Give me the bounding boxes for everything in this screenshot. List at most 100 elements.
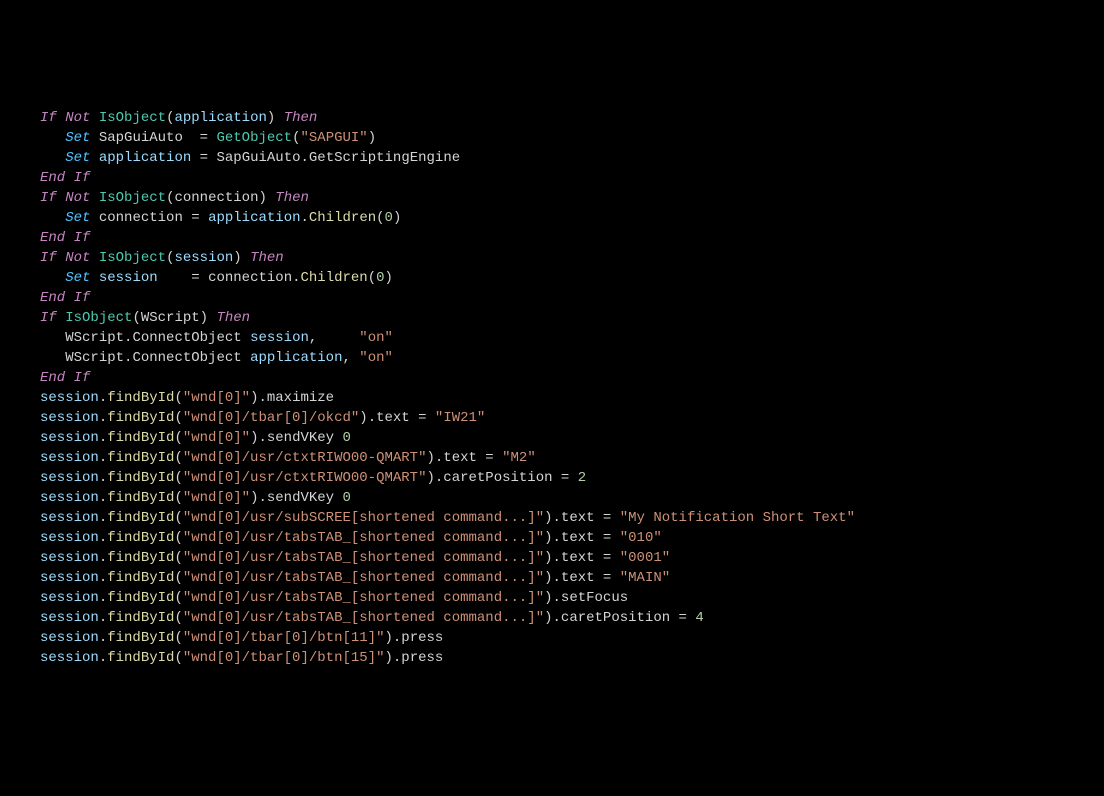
code-token: ): [544, 530, 552, 546]
code-token: "wnd[0]/usr/tabsTAB_[shortened command..…: [183, 570, 544, 586]
code-token: findById: [107, 410, 174, 426]
code-token: connection: [99, 210, 183, 226]
code-token: .: [99, 610, 107, 626]
code-token: (: [292, 130, 300, 146]
code-token: "wnd[0]": [183, 390, 250, 406]
code-line: WScript.ConnectObject session, "on": [40, 328, 1064, 348]
code-token: Not: [65, 250, 90, 266]
code-token: "IW21": [435, 410, 485, 426]
code-token: If: [74, 370, 91, 386]
code-token: findById: [107, 550, 174, 566]
code-token: "MAIN": [620, 570, 670, 586]
code-token: "wnd[0]/tbar[0]/btn[15]": [183, 650, 385, 666]
code-token: findById: [107, 450, 174, 466]
code-token: ,: [309, 330, 359, 346]
code-token: session: [40, 610, 99, 626]
code-token: [90, 270, 98, 286]
code-token: SapGuiAuto: [99, 130, 183, 146]
code-token: If: [40, 190, 57, 206]
code-token: (: [174, 610, 182, 626]
code-token: "My Notification Short Text": [620, 510, 855, 526]
code-token: findById: [107, 590, 174, 606]
code-token: session: [40, 590, 99, 606]
code-line: Set SapGuiAuto = GetObject("SAPGUI"): [40, 128, 1064, 148]
code-token: sendVKey: [267, 490, 334, 506]
code-token: [90, 250, 98, 266]
code-line: session.findById("wnd[0]/usr/tabsTAB_[sh…: [40, 568, 1064, 588]
code-token: End: [40, 230, 65, 246]
code-token: 2: [578, 470, 586, 486]
code-line: If IsObject(WScript) Then: [40, 308, 1064, 328]
code-line: If Not IsObject(connection) Then: [40, 188, 1064, 208]
code-token: Set: [65, 210, 90, 226]
code-token: Set: [65, 130, 90, 146]
code-line: Set connection = application.Children(0): [40, 208, 1064, 228]
code-token: [65, 290, 73, 306]
code-token: .: [553, 610, 561, 626]
code-line: End If: [40, 288, 1064, 308]
code-token: ): [544, 570, 552, 586]
code-token: text: [561, 550, 595, 566]
code-token: findById: [107, 650, 174, 666]
code-token: [57, 190, 65, 206]
code-token: ): [544, 550, 552, 566]
code-token: caretPosition: [443, 470, 552, 486]
code-token: Then: [216, 310, 250, 326]
code-token: session: [40, 550, 99, 566]
code-token: (: [174, 650, 182, 666]
code-token: (: [174, 530, 182, 546]
code-token: =: [670, 610, 695, 626]
code-token: .: [292, 270, 300, 286]
code-token: (: [376, 210, 384, 226]
code-token: =: [595, 550, 620, 566]
code-token: [242, 350, 250, 366]
code-line: Set session = connection.Children(0): [40, 268, 1064, 288]
code-token: session: [40, 450, 99, 466]
code-token: press: [401, 650, 443, 666]
code-token: (: [174, 450, 182, 466]
code-token: [90, 190, 98, 206]
code-token: (: [174, 390, 182, 406]
code-token: .: [99, 530, 107, 546]
code-token: (: [368, 270, 376, 286]
code-token: "wnd[0]/usr/ctxtRIWO00-QMART": [183, 470, 427, 486]
code-token: =: [158, 270, 208, 286]
code-line: If Not IsObject(session) Then: [40, 248, 1064, 268]
code-line: session.findById("wnd[0]").maximize: [40, 388, 1064, 408]
code-token: If: [40, 250, 57, 266]
code-token: "wnd[0]": [183, 430, 250, 446]
code-token: [57, 310, 65, 326]
code-line: WScript.ConnectObject application, "on": [40, 348, 1064, 368]
code-token: ): [393, 210, 401, 226]
code-token: "0001": [620, 550, 670, 566]
code-line: session.findById("wnd[0]/usr/tabsTAB_[sh…: [40, 528, 1064, 548]
code-token: findById: [107, 630, 174, 646]
code-token: findById: [107, 430, 174, 446]
code-token: "wnd[0]/tbar[0]/okcd": [183, 410, 359, 426]
code-token: .: [99, 490, 107, 506]
code-token: WScript: [65, 350, 124, 366]
code-token: "010": [620, 530, 662, 546]
code-token: ConnectObject: [132, 350, 241, 366]
code-token: IsObject: [99, 250, 166, 266]
code-token: application: [208, 210, 300, 226]
code-token: 4: [695, 610, 703, 626]
code-token: =: [191, 150, 216, 166]
code-token: "M2": [502, 450, 536, 466]
code-token: maximize: [267, 390, 334, 406]
code-token: 0: [343, 430, 351, 446]
code-token: session: [40, 570, 99, 586]
code-token: GetObject: [216, 130, 292, 146]
code-token: If: [74, 170, 91, 186]
code-token: Set: [65, 270, 90, 286]
code-token: =: [595, 510, 620, 526]
code-token: ): [426, 470, 434, 486]
code-token: "wnd[0]/usr/tabsTAB_[shortened command..…: [183, 590, 544, 606]
code-line: session.findById("wnd[0]/usr/ctxtRIWO00-…: [40, 448, 1064, 468]
code-token: (: [174, 550, 182, 566]
code-token: text: [376, 410, 410, 426]
code-token: WScript: [65, 330, 124, 346]
code-token: session: [40, 510, 99, 526]
code-token: connection: [208, 270, 292, 286]
code-token: findById: [107, 610, 174, 626]
